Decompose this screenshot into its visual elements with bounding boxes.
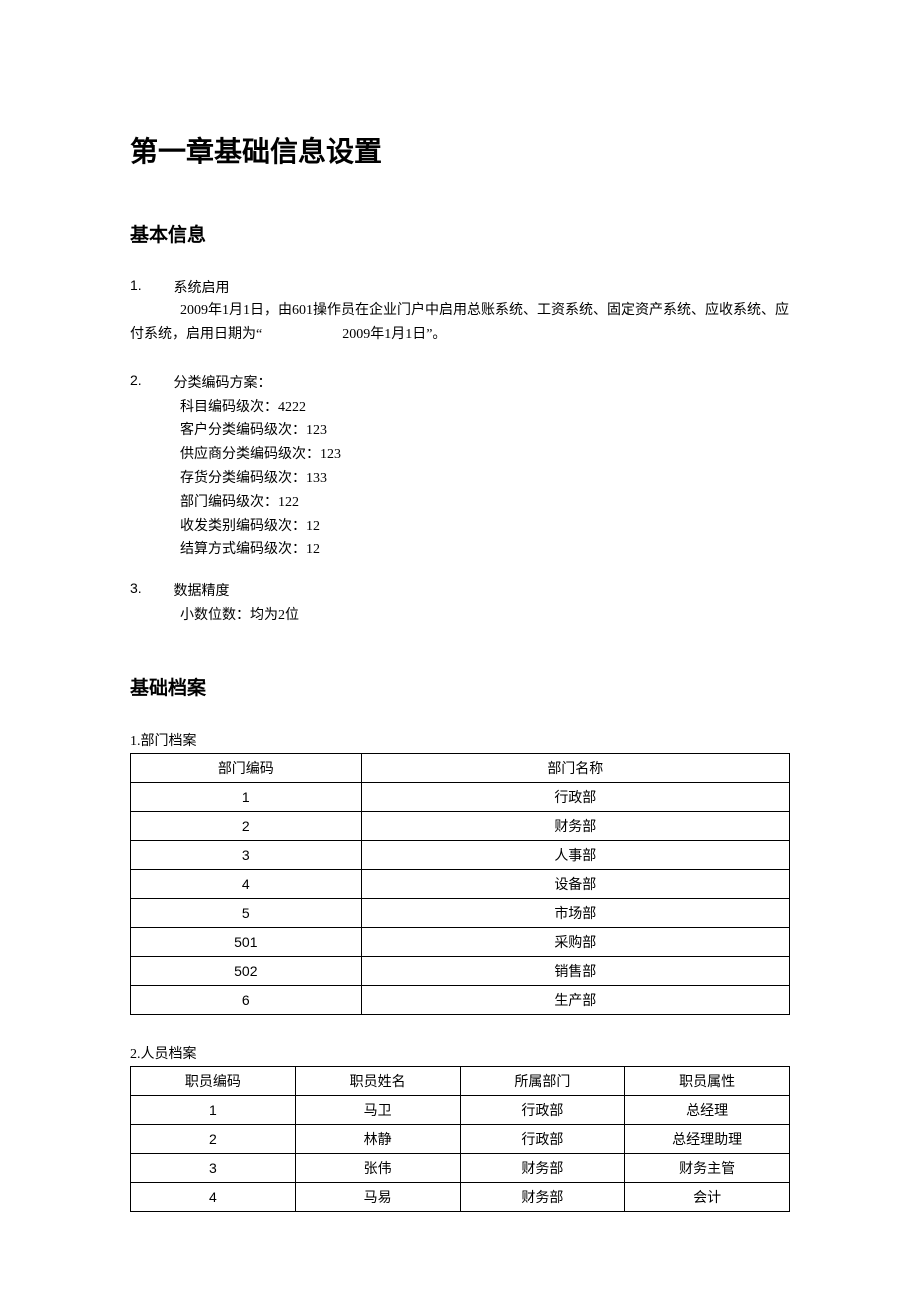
section-basic-info-title: 基本信息 (130, 220, 790, 247)
item-label: 分类编码方案： (174, 376, 272, 391)
staff-table: 职员编码 职员姓名 所属部门 职员属性 1 马卫 行政部 总经理 2 林静 行政… (130, 1066, 790, 1212)
staff-role: 总经理助理 (625, 1124, 790, 1153)
dept-name: 财务部 (361, 811, 789, 840)
staff-code: 4 (131, 1182, 296, 1211)
table-header: 部门名称 (361, 753, 789, 782)
item-paragraph: 2009年1月1日，由601操作员在企业门户中启用总账系统、工资系统、固定资产系… (130, 299, 790, 347)
staff-role: 会计 (625, 1182, 790, 1211)
staff-role: 财务主管 (625, 1153, 790, 1182)
dept-code: 2 (131, 811, 362, 840)
coding-line: 供应商分类编码级次：123 (180, 443, 790, 467)
item-number: 1. (130, 277, 170, 293)
department-table: 部门编码 部门名称 1行政部 2财务部 3人事部 4设备部 5市场部 501采购… (130, 753, 790, 1015)
dept-code: 5 (131, 898, 362, 927)
table-row: 2财务部 (131, 811, 790, 840)
list-item-precision: 3. 数据精度 小数位数：均为2位 (130, 580, 790, 628)
table-header: 所属部门 (460, 1066, 625, 1095)
staff-name: 张伟 (295, 1153, 460, 1182)
dept-name: 行政部 (361, 782, 789, 811)
item-label: 系统启用 (174, 281, 230, 296)
coding-line: 部门编码级次：122 (180, 491, 790, 515)
coding-line: 客户分类编码级次：123 (180, 419, 790, 443)
coding-lines: 科目编码级次：4222 客户分类编码级次：123 供应商分类编码级次：123 存… (180, 396, 790, 563)
table-row: 5市场部 (131, 898, 790, 927)
table-row: 1 马卫 行政部 总经理 (131, 1095, 790, 1124)
list-item-system-start: 1. 系统启用 2009年1月1日，由601操作员在企业门户中启用总账系统、工资… (130, 277, 790, 347)
coding-line: 收发类别编码级次：12 (180, 515, 790, 539)
precision-text: 小数位数：均为2位 (180, 604, 790, 628)
staff-name: 马卫 (295, 1095, 460, 1124)
paragraph-text-pre: 2009年1月1日，由601操作员在企业门户中启用总账系统、工资系统、固定资产系… (130, 303, 789, 342)
chapter-title: 第一章基础信息设置 (130, 130, 790, 170)
paragraph-text-mid: 2009年1月1日”。 (342, 327, 446, 342)
staff-code: 3 (131, 1153, 296, 1182)
table-row: 3 张伟 财务部 财务主管 (131, 1153, 790, 1182)
table-header: 职员属性 (625, 1066, 790, 1095)
table-row: 1行政部 (131, 782, 790, 811)
table-row: 3人事部 (131, 840, 790, 869)
item-number: 3. (130, 580, 170, 596)
staff-dept: 财务部 (460, 1153, 625, 1182)
dept-code: 3 (131, 840, 362, 869)
dept-code: 4 (131, 869, 362, 898)
staff-name: 林静 (295, 1124, 460, 1153)
table-title-department: 1.部门档案 (130, 730, 790, 750)
dept-code: 6 (131, 985, 362, 1014)
dept-code: 501 (131, 927, 362, 956)
item-label: 数据精度 (174, 584, 230, 599)
table-header: 职员姓名 (295, 1066, 460, 1095)
table-title-staff: 2.人员档案 (130, 1043, 790, 1063)
dept-name: 采购部 (361, 927, 789, 956)
staff-role: 总经理 (625, 1095, 790, 1124)
section-basic-archive-title: 基础档案 (130, 673, 790, 700)
dept-name: 生产部 (361, 985, 789, 1014)
staff-dept: 行政部 (460, 1124, 625, 1153)
staff-dept: 行政部 (460, 1095, 625, 1124)
staff-code: 1 (131, 1095, 296, 1124)
table-row: 501采购部 (131, 927, 790, 956)
staff-name: 马易 (295, 1182, 460, 1211)
table-header: 部门编码 (131, 753, 362, 782)
table-row: 2 林静 行政部 总经理助理 (131, 1124, 790, 1153)
dept-code: 502 (131, 956, 362, 985)
table-row: 4设备部 (131, 869, 790, 898)
dept-name: 人事部 (361, 840, 789, 869)
coding-line: 科目编码级次：4222 (180, 396, 790, 420)
dept-name: 设备部 (361, 869, 789, 898)
coding-line: 存货分类编码级次：133 (180, 467, 790, 491)
dept-name: 市场部 (361, 898, 789, 927)
staff-dept: 财务部 (460, 1182, 625, 1211)
table-row: 6生产部 (131, 985, 790, 1014)
list-item-coding-scheme: 2. 分类编码方案： 科目编码级次：4222 客户分类编码级次：123 供应商分… (130, 372, 790, 563)
table-row: 4 马易 财务部 会计 (131, 1182, 790, 1211)
table-header: 职员编码 (131, 1066, 296, 1095)
item-number: 2. (130, 372, 170, 388)
table-row: 502销售部 (131, 956, 790, 985)
dept-name: 销售部 (361, 956, 789, 985)
coding-line: 结算方式编码级次：12 (180, 538, 790, 562)
dept-code: 1 (131, 782, 362, 811)
staff-code: 2 (131, 1124, 296, 1153)
